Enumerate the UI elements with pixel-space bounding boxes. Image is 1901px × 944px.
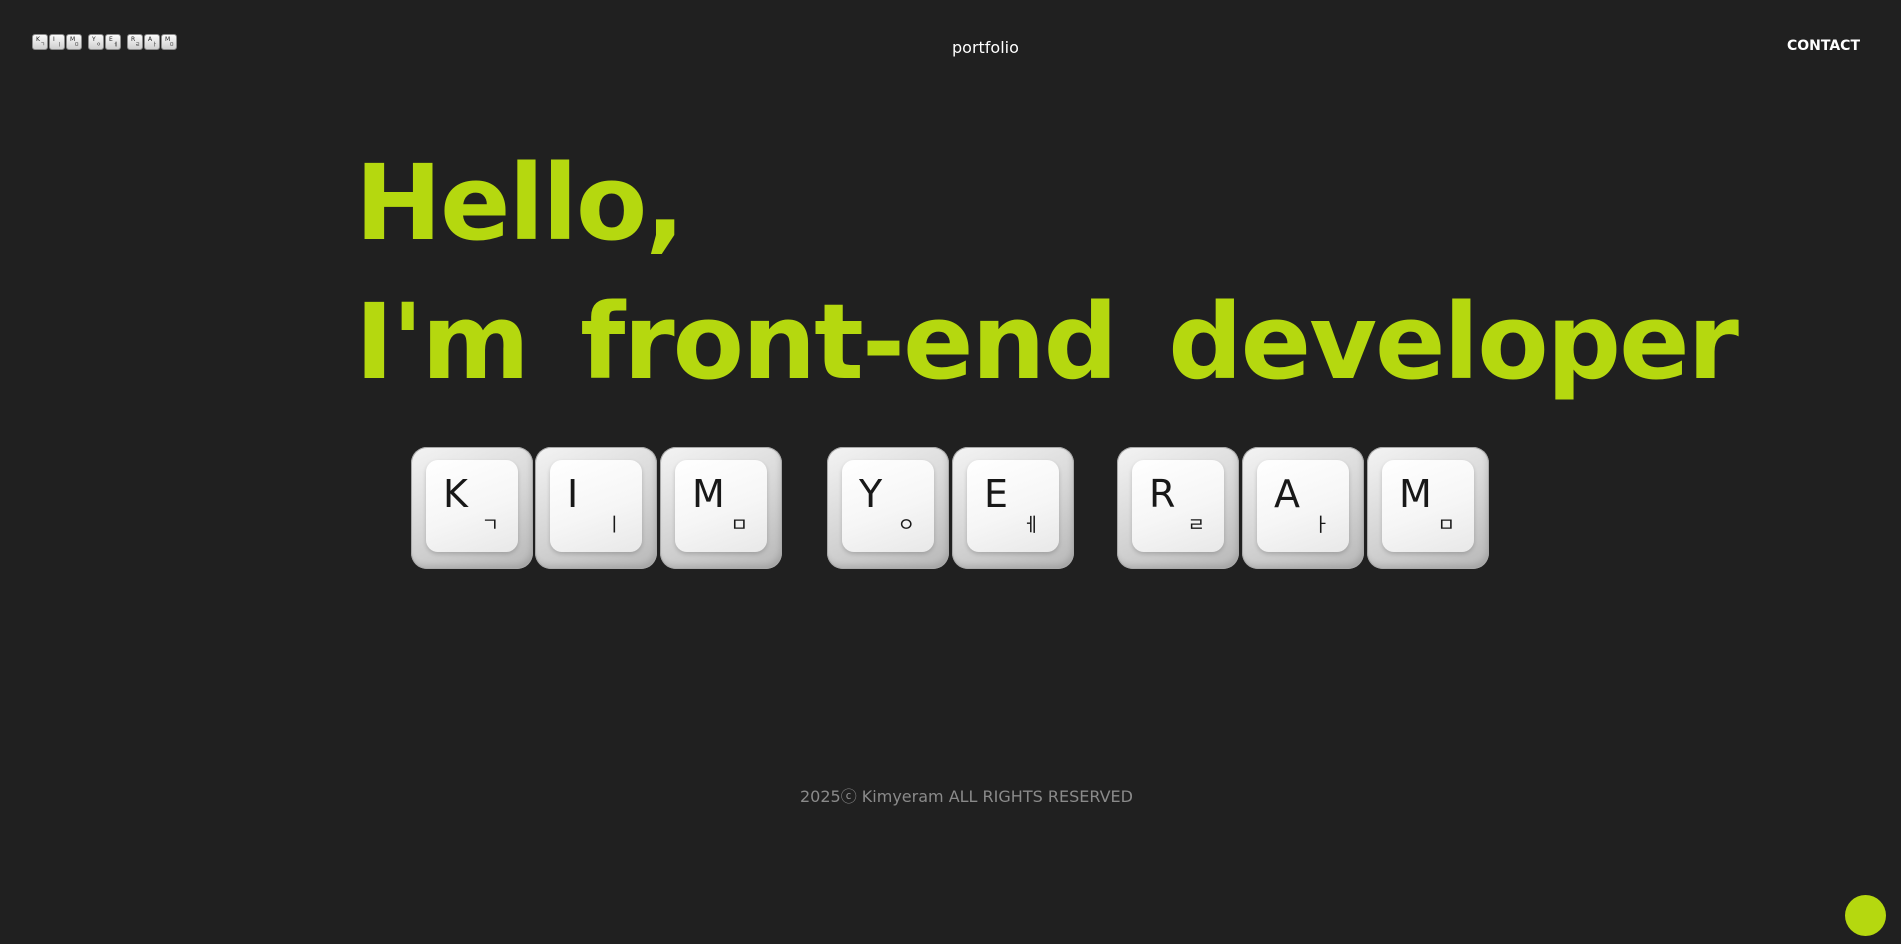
- keycap-top: M ㅁ: [675, 460, 767, 552]
- logo-key-letter: K: [36, 36, 40, 43]
- logo-key-hangul: ㄱ: [40, 42, 45, 48]
- keycap-hangul: ㅔ: [1022, 514, 1040, 536]
- logo-key-group-ram: R ㄹ A ㅏ M ㅁ: [127, 34, 177, 50]
- logo-key-letter: Y: [92, 36, 96, 43]
- keycap-letter: M: [1399, 472, 1432, 516]
- logo-key-hangul: ㅇ: [96, 42, 101, 48]
- page: K ㄱ I ㅣ M ㅁ Y ㅇ E ㅔ R ㄹ A ㅏ M ㅁ portfoli…: [0, 0, 1901, 944]
- footer-copyright: 2025ⓒ Kimyeram ALL RIGHTS RESERVED: [800, 787, 1133, 806]
- nav-portfolio-link[interactable]: portfolio: [952, 38, 1019, 57]
- logo-key-group-kim: K ㄱ I ㅣ M ㅁ: [32, 34, 82, 50]
- keycap-hangul: ㄹ: [1187, 514, 1205, 536]
- logo-key-hangul: ㅁ: [169, 42, 174, 48]
- keycap-top: Y ㅇ: [842, 460, 934, 552]
- logo-key: E ㅔ: [105, 34, 121, 50]
- keycap-a[interactable]: A ㅏ: [1242, 447, 1364, 569]
- keycap-r[interactable]: R ㄹ: [1117, 447, 1239, 569]
- keycap-k[interactable]: K ㄱ: [411, 447, 533, 569]
- keycap-letter: Y: [859, 472, 883, 516]
- keycap-top: A ㅏ: [1257, 460, 1349, 552]
- logo-home-link[interactable]: K ㄱ I ㅣ M ㅁ Y ㅇ E ㅔ R ㄹ A ㅏ M ㅁ: [32, 34, 177, 50]
- logo-key: K ㄱ: [32, 34, 48, 50]
- hero-greeting: Hello,: [355, 142, 685, 264]
- keycap-letter: I: [567, 472, 579, 516]
- keycap-m-2[interactable]: M ㅁ: [1367, 447, 1489, 569]
- logo-key: M ㅁ: [161, 34, 177, 50]
- keycap-hangul: ㅣ: [605, 514, 623, 536]
- nav-contact-link[interactable]: CONTACT: [1787, 38, 1860, 54]
- keycap-letter: R: [1149, 472, 1176, 516]
- keycap-top: R ㄹ: [1132, 460, 1224, 552]
- keycap-hangul: ㄱ: [481, 514, 499, 536]
- keycap-letter: M: [692, 472, 725, 516]
- logo-key: M ㅁ: [66, 34, 82, 50]
- keycap-i[interactable]: I ㅣ: [535, 447, 657, 569]
- keycap-hangul: ㅇ: [897, 514, 915, 536]
- keycap-top: M ㅁ: [1382, 460, 1474, 552]
- hero-headline: I'm front-end developer: [355, 281, 1739, 403]
- logo-key-hangul: ㅁ: [74, 42, 79, 48]
- logo-key-letter: I: [53, 36, 55, 43]
- keycap-hangul: ㅁ: [1437, 514, 1455, 536]
- keycap-letter: K: [443, 472, 468, 516]
- keycap-m[interactable]: M ㅁ: [660, 447, 782, 569]
- logo-key: A ㅏ: [144, 34, 160, 50]
- logo-key-hangul: ㅣ: [57, 42, 62, 48]
- keycap-e[interactable]: E ㅔ: [952, 447, 1074, 569]
- keycap-top: K ㄱ: [426, 460, 518, 552]
- logo-key: Y ㅇ: [88, 34, 104, 50]
- logo-key: I ㅣ: [49, 34, 65, 50]
- logo-key-letter: E: [109, 36, 113, 43]
- logo-key-group-ye: Y ㅇ E ㅔ: [88, 34, 121, 50]
- keycap-hangul: ㅏ: [1312, 514, 1330, 536]
- keycap-top: I ㅣ: [550, 460, 642, 552]
- keycap-letter: A: [1274, 472, 1300, 516]
- keycap-letter: E: [984, 472, 1009, 516]
- keycap-hangul: ㅁ: [730, 514, 748, 536]
- logo-key-hangul: ㅔ: [113, 42, 118, 48]
- logo-key-hangul: ㅏ: [152, 42, 157, 48]
- logo-key: R ㄹ: [127, 34, 143, 50]
- logo-key-hangul: ㄹ: [135, 42, 140, 48]
- keycap-top: E ㅔ: [967, 460, 1059, 552]
- floating-circle-button[interactable]: [1845, 895, 1886, 936]
- keycap-y[interactable]: Y ㅇ: [827, 447, 949, 569]
